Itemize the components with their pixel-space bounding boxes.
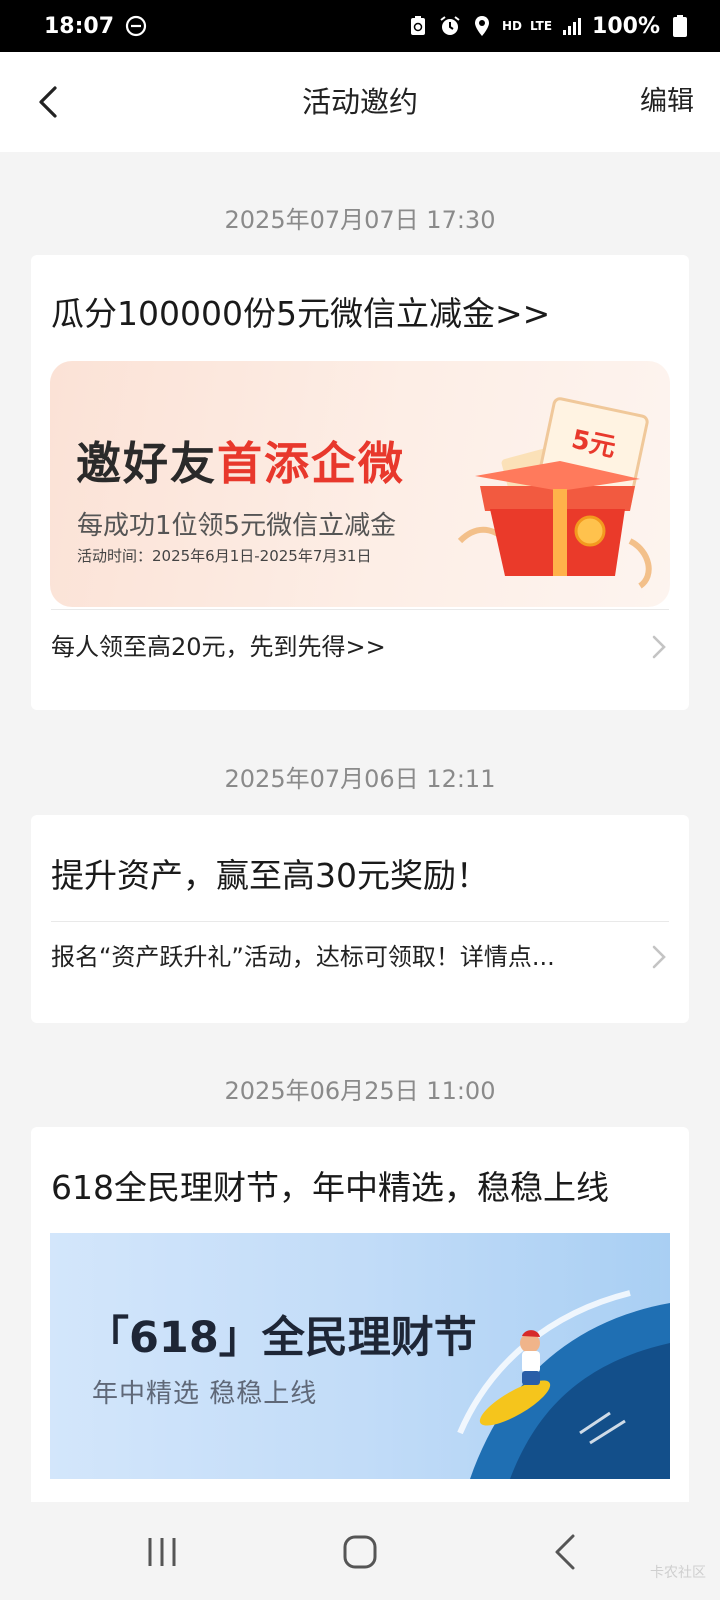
banner-period: 活动时间：2025年6月1日-2025年7月31日 bbox=[77, 547, 372, 565]
edit-button[interactable]: 编辑 bbox=[640, 52, 694, 152]
system-back-button[interactable] bbox=[545, 1530, 589, 1574]
banner-subline: 每成功1位领5元微信立减金 bbox=[77, 511, 397, 541]
message-link-text: 报名“资产跃升礼”活动，达标可领取！详情点... bbox=[51, 943, 555, 971]
banner-headline: 「618」全民理财节 bbox=[86, 1313, 477, 1363]
do-not-disturb-icon bbox=[124, 14, 148, 38]
page-title: 活动邀约 bbox=[301, 85, 418, 119]
gift-box-icon bbox=[457, 397, 652, 589]
status-bar: 18:07 HD LTE 100% bbox=[0, 0, 720, 52]
back-arrow-icon bbox=[39, 86, 57, 118]
banner-headline: 邀好友首添企微 bbox=[76, 427, 405, 492]
promo-banner[interactable]: 邀好友首添企微 每成功1位领5元微信立减金 活动时间：2025年6月1日-202… bbox=[50, 361, 670, 607]
message-title[interactable]: 618全民理财节，年中精选，稳稳上线 bbox=[51, 1161, 609, 1209]
home-icon bbox=[343, 1535, 377, 1569]
banner-subline: 年中精选 稳稳上线 bbox=[92, 1379, 318, 1409]
message-link[interactable]: 报名“资产跃升礼”活动，达标可领取！详情点... bbox=[51, 939, 669, 975]
message-link-text: 每人领至高20元，先到先得>> bbox=[51, 633, 386, 661]
system-nav-bar: 卡农社区 bbox=[0, 1502, 720, 1600]
location-icon bbox=[470, 14, 494, 38]
top-app-bar: 活动邀约 编辑 bbox=[0, 52, 720, 152]
promo-banner[interactable]: 「618」全民理财节 年中精选 稳稳上线 bbox=[50, 1233, 670, 1479]
home-button[interactable] bbox=[340, 1530, 384, 1574]
message-card[interactable]: 提升资产，赢至高30元奖励！ 报名“资产跃升礼”活动，达标可领取！详情点... bbox=[31, 815, 689, 1023]
alarm-icon bbox=[438, 14, 462, 38]
message-title[interactable]: 瓜分100000份5元微信立减金>> bbox=[51, 287, 550, 335]
message-card[interactable]: 瓜分100000份5元微信立减金>> 邀好友首添企微 每成功1位领5元微信立减金… bbox=[31, 255, 689, 710]
status-time: 18:07 bbox=[44, 13, 115, 39]
banner-headline-dark: 邀好友 bbox=[76, 437, 218, 490]
message-date: 2025年06月25日 11:00 bbox=[224, 1077, 496, 1105]
chevron-right-icon bbox=[652, 945, 666, 969]
message-date: 2025年07月07日 17:30 bbox=[224, 206, 496, 234]
message-date: 2025年07月06日 12:11 bbox=[224, 765, 496, 793]
card-divider bbox=[51, 609, 669, 610]
banner-headline-red: 首添企微 bbox=[217, 437, 406, 490]
system-back-icon bbox=[555, 1534, 575, 1570]
recent-apps-icon bbox=[148, 1538, 176, 1566]
message-link[interactable]: 每人领至高20元，先到先得>> bbox=[51, 629, 669, 665]
back-button[interactable] bbox=[30, 82, 70, 122]
recycle-notification-icon bbox=[406, 14, 430, 38]
watermark: 卡农社区 bbox=[650, 1565, 706, 1581]
hd-indicator: HD bbox=[501, 19, 522, 33]
signal-icon bbox=[560, 14, 584, 38]
chevron-right-icon bbox=[652, 635, 666, 659]
surfer-wave-icon bbox=[457, 1290, 670, 1479]
battery-percent: 100% bbox=[592, 13, 660, 39]
card-divider bbox=[51, 921, 669, 922]
battery-icon bbox=[668, 14, 692, 38]
network-type: LTE bbox=[529, 19, 553, 33]
message-title[interactable]: 提升资产，赢至高30元奖励！ bbox=[51, 849, 489, 897]
message-card[interactable]: 618全民理财节，年中精选，稳稳上线 「618」全民理财节 年中精选 稳稳上线 bbox=[31, 1127, 689, 1507]
recent-apps-button[interactable] bbox=[140, 1530, 184, 1574]
